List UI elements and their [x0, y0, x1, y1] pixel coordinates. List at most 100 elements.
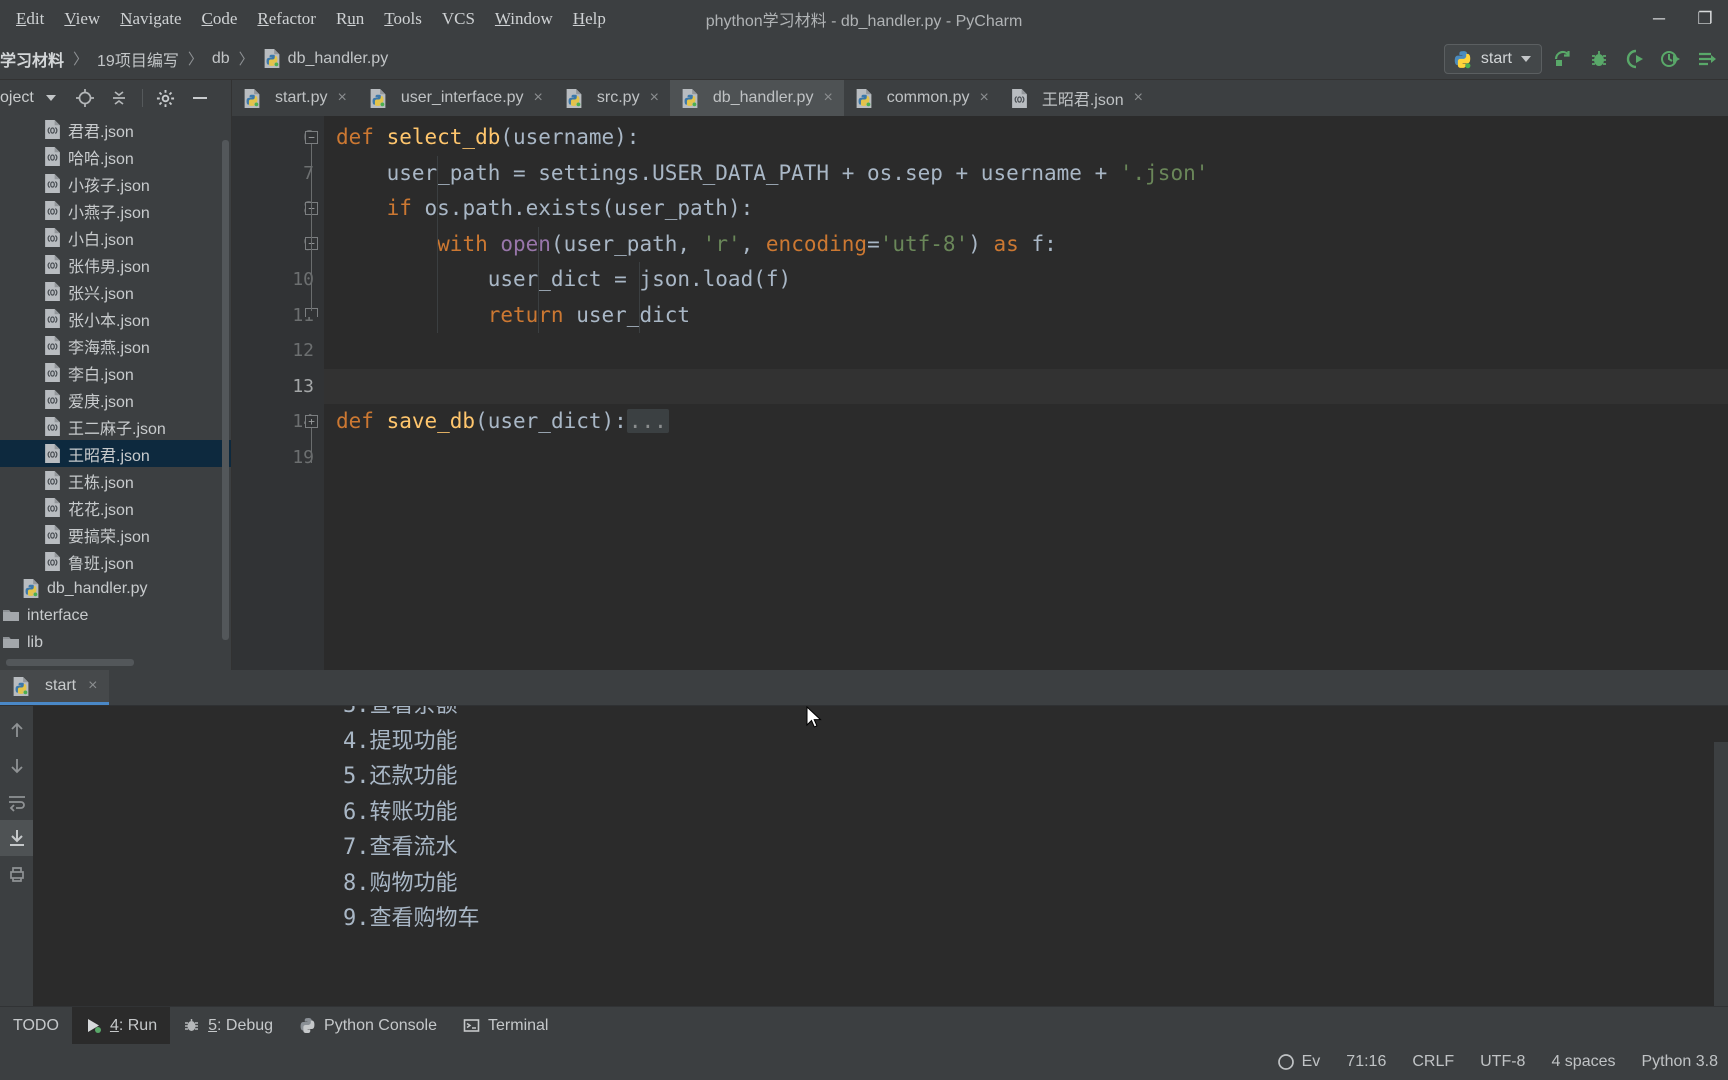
- fold-minus-marker[interactable]: −: [305, 130, 318, 144]
- hide-panel-icon[interactable]: [183, 81, 217, 115]
- code-line[interactable]: user_path = settings.USER_DATA_PATH + os…: [324, 156, 1728, 192]
- event-log-indicator[interactable]: Ev: [1277, 1053, 1320, 1071]
- bottom-tab-todo[interactable]: TODO: [0, 1007, 72, 1044]
- console-scrollbar[interactable]: [1714, 742, 1728, 1018]
- editor-tab-王昭君-json[interactable]: 王昭君.json ×: [1000, 80, 1154, 116]
- menu-item-vcs[interactable]: VCS: [432, 6, 485, 32]
- tree-item-17[interactable]: db_handler.py: [0, 575, 231, 602]
- tree-item-4[interactable]: 小白.json: [0, 224, 231, 251]
- close-icon[interactable]: ×: [337, 89, 346, 107]
- code-line[interactable]: return user_dict: [324, 298, 1728, 334]
- collapse-all-icon[interactable]: [102, 81, 136, 115]
- menu-item-run[interactable]: Run: [326, 6, 374, 32]
- bottom-tab-terminal[interactable]: Terminal: [450, 1007, 561, 1044]
- code-line[interactable]: user_dict = json.load(f): [324, 262, 1728, 298]
- close-icon[interactable]: ×: [979, 89, 988, 107]
- code-line[interactable]: def save_db(user_dict):...: [324, 404, 1728, 440]
- tree-item-11[interactable]: 王二麻子.json: [0, 413, 231, 440]
- close-icon[interactable]: ×: [1134, 89, 1143, 107]
- close-icon[interactable]: ×: [88, 677, 97, 695]
- tree-item-1[interactable]: 哈哈.json: [0, 143, 231, 170]
- run-configuration-selector[interactable]: start: [1443, 44, 1542, 74]
- profile-icon[interactable]: [1656, 44, 1686, 74]
- menu-item-navigate[interactable]: Navigate: [110, 6, 191, 32]
- code-content[interactable]: def select_db(username): user_path = set…: [324, 116, 1728, 670]
- code-line[interactable]: [324, 440, 1728, 476]
- print-icon[interactable]: [0, 856, 33, 892]
- menu-item-refactor[interactable]: Refactor: [247, 6, 326, 32]
- code-area[interactable]: 6789101112131419−−−+ def select_db(usern…: [232, 116, 1728, 670]
- file-encoding[interactable]: UTF-8: [1480, 1053, 1525, 1071]
- tree-item-9[interactable]: 李白.json: [0, 359, 231, 386]
- soft-wrap-icon[interactable]: [0, 784, 33, 820]
- restore-button[interactable]: ❐: [1682, 0, 1728, 38]
- breadcrumb-item-0[interactable]: 学习材料: [0, 47, 64, 71]
- line-separator[interactable]: CRLF: [1412, 1053, 1454, 1071]
- debug-icon[interactable]: [1584, 44, 1614, 74]
- tree-item-6[interactable]: 张兴.json: [0, 278, 231, 305]
- sidebar-vertical-scrollbar[interactable]: [222, 140, 229, 640]
- chevron-down-icon[interactable]: [34, 81, 68, 115]
- code-line[interactable]: def select_db(username):: [324, 120, 1728, 156]
- menu-item-code[interactable]: Code: [192, 6, 248, 32]
- close-icon[interactable]: ×: [534, 89, 543, 107]
- breadcrumb-item-1[interactable]: 19项目编写: [97, 47, 179, 71]
- tree-item-16[interactable]: 鲁班.json: [0, 548, 231, 575]
- code-line[interactable]: [324, 368, 1728, 404]
- tree-item-5[interactable]: 张伟男.json: [0, 251, 231, 278]
- breadcrumb-item-2[interactable]: db: [212, 50, 230, 68]
- run-side-toolbar: [0, 706, 33, 1018]
- code-line[interactable]: if os.path.exists(user_path):: [324, 191, 1728, 227]
- up-arrow-icon[interactable]: [0, 712, 33, 748]
- locate-icon[interactable]: [68, 81, 102, 115]
- chevron-down-icon[interactable]: [1521, 56, 1531, 62]
- editor-tab-common-py[interactable]: common.py ×: [844, 80, 1000, 116]
- run-dashboard-icon[interactable]: [1692, 44, 1722, 74]
- run-tab-start[interactable]: start ×: [0, 670, 110, 705]
- editor-tab-start-py[interactable]: start.py ×: [232, 80, 358, 116]
- menu-item-window[interactable]: Window: [485, 6, 563, 32]
- indent-setting[interactable]: 4 spaces: [1551, 1053, 1615, 1071]
- bottom-tab-4-run[interactable]: 4: Run: [71, 1007, 171, 1044]
- menu-item-tools[interactable]: Tools: [374, 6, 432, 32]
- fold-plus-marker[interactable]: +: [305, 414, 318, 428]
- code-line[interactable]: with open(user_path, 'r', encoding='utf-…: [324, 227, 1728, 263]
- menu-item-help[interactable]: Help: [563, 6, 616, 32]
- close-icon[interactable]: ×: [650, 89, 659, 107]
- down-arrow-icon[interactable]: [0, 748, 33, 784]
- bottom-tab-5-debug[interactable]: 5: Debug: [170, 1007, 286, 1044]
- tree-item-12[interactable]: 王昭君.json: [0, 440, 231, 467]
- tree-item-10[interactable]: 爱庚.json: [0, 386, 231, 413]
- tree-item-13[interactable]: 王栋.json: [0, 467, 231, 494]
- menu-item-view[interactable]: View: [54, 6, 110, 32]
- project-tree[interactable]: 君君.json 哈哈.json 小孩子.json 小燕子.json 小白.json 张伟男…: [0, 116, 231, 670]
- tree-item-7[interactable]: 张小本.json: [0, 305, 231, 332]
- json-file-icon: [45, 525, 60, 544]
- breadcrumb-item-3[interactable]: db_handler.py: [263, 49, 388, 68]
- tree-item-18[interactable]: interface: [0, 602, 231, 629]
- coverage-icon[interactable]: [1620, 44, 1650, 74]
- python-interpreter[interactable]: Python 3.8: [1642, 1053, 1719, 1071]
- editor-tab-src-py[interactable]: src.py ×: [554, 80, 670, 116]
- editor-tab-user_interface-py[interactable]: user_interface.py ×: [358, 80, 554, 116]
- sidebar-horizontal-scrollbar[interactable]: [6, 659, 134, 666]
- caret-position[interactable]: 71:16: [1346, 1053, 1386, 1071]
- tree-item-3[interactable]: 小燕子.json: [0, 197, 231, 224]
- bottom-tab-python-console[interactable]: Python Console: [286, 1007, 450, 1044]
- menu-item-edit[interactable]: Edit: [6, 6, 54, 32]
- tree-item-19[interactable]: lib: [0, 629, 231, 656]
- tree-item-2[interactable]: 小孩子.json: [0, 170, 231, 197]
- editor-tab-db_handler-py[interactable]: db_handler.py ×: [669, 80, 844, 116]
- tree-item-0[interactable]: 君君.json: [0, 116, 231, 143]
- editor-gutter[interactable]: 6789101112131419−−−+: [232, 116, 324, 670]
- tree-item-8[interactable]: 李海燕.json: [0, 332, 231, 359]
- scroll-to-end-icon[interactable]: [0, 820, 33, 856]
- tree-item-15[interactable]: 要搞荣.json: [0, 521, 231, 548]
- tree-item-14[interactable]: 花花.json: [0, 494, 231, 521]
- console-output[interactable]: 3.查看余额 4.提现功能 5.还款功能 6.转账功能 7.查看流水 8.购物功能 9.查看…: [33, 706, 1728, 1018]
- gear-icon[interactable]: [149, 81, 183, 115]
- close-icon[interactable]: ×: [823, 89, 832, 107]
- minimize-button[interactable]: ─: [1636, 0, 1682, 38]
- rerun-icon[interactable]: [1548, 44, 1578, 74]
- code-line[interactable]: [324, 333, 1728, 369]
